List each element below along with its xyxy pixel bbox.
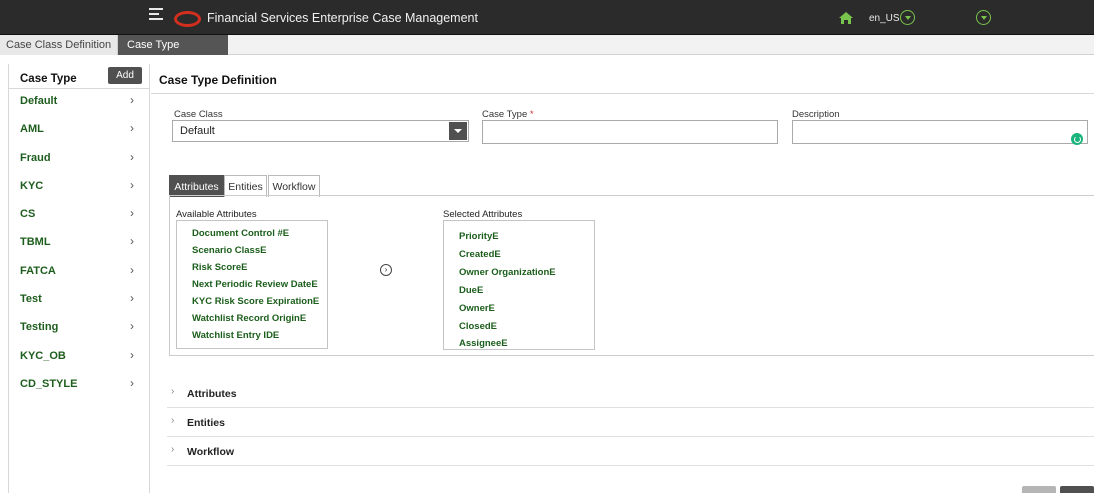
sidebar-item-kyc-ob[interactable]: KYC_OB ›	[9, 344, 149, 372]
accordion-label: Workflow	[187, 446, 235, 458]
chevron-right-icon: ›	[130, 347, 134, 362]
accordion-label: Attributes	[187, 388, 237, 400]
tab-case-class-definition[interactable]: Case Class Definition	[0, 35, 118, 55]
description-field[interactable]	[792, 120, 1088, 145]
app-title: Financial Services Enterprise Case Manag…	[207, 11, 478, 25]
chevron-right-icon: ›	[130, 234, 134, 249]
oracle-logo-icon	[174, 11, 201, 27]
list-item[interactable]: KYC Risk Score ExpirationE	[192, 296, 342, 307]
move-right-icon[interactable]: ›	[380, 264, 392, 276]
sidebar-item-fraud[interactable]: Fraud ›	[9, 146, 149, 174]
sidebar-item-label: FATCA	[20, 264, 56, 277]
sidebar-header: Case Type Add	[9, 64, 149, 89]
chevron-right-icon: ›	[130, 375, 134, 390]
sidebar-item-tbml[interactable]: TBML ›	[9, 230, 149, 258]
list-item[interactable]: Next Periodic Review DateE	[192, 279, 342, 290]
case-class-value: Default	[180, 125, 215, 137]
description-label: Description	[792, 109, 840, 120]
sidebar-item-label: Testing	[20, 321, 59, 334]
case-class-select[interactable]: Default	[172, 120, 469, 142]
list-item[interactable]: Scenario ClassE	[192, 245, 342, 256]
list-item[interactable]: Watchlist Entry IDE	[192, 330, 342, 341]
refresh-icon[interactable]	[1071, 133, 1083, 145]
sidebar-item-cs[interactable]: CS ›	[9, 202, 149, 230]
sidebar-item-label: AML	[20, 123, 44, 136]
chevron-right-icon: ›	[130, 121, 134, 136]
add-case-type-button[interactable]: Add	[108, 67, 142, 84]
sidebar-item-test[interactable]: Test ›	[9, 287, 149, 315]
selected-attributes-list[interactable]: PriorityE CreatedE Owner OrganizationE D…	[443, 220, 595, 350]
chevron-right-icon: ›	[130, 291, 134, 306]
hamburger-menu-icon[interactable]	[149, 8, 163, 20]
locale-label[interactable]: en_US	[869, 13, 900, 24]
sidebar-item-label: TBML	[20, 236, 51, 249]
tab-entities[interactable]: Entities	[224, 175, 267, 197]
page-title: Case Type Definition	[159, 73, 277, 87]
tab-workflow[interactable]: Workflow	[268, 175, 320, 197]
locale-dropdown-icon[interactable]	[900, 10, 915, 25]
main-tab-bar: Case Class Definition Case Type Definiti…	[0, 35, 1094, 71]
divider	[151, 93, 1094, 94]
sidebar-item-testing[interactable]: Testing ›	[9, 315, 149, 343]
sidebar-item-label: Default	[20, 95, 58, 107]
list-item[interactable]: Owner OrganizationE	[459, 267, 609, 278]
sidebar-item-label: KYC_OB	[20, 349, 66, 362]
user-menu-dropdown-icon[interactable]	[976, 10, 991, 25]
accordion-entities[interactable]: › Entities	[167, 408, 1094, 437]
chevron-right-icon: ›	[130, 319, 134, 334]
action-button-secondary[interactable]	[1022, 486, 1056, 493]
case-type-input[interactable]	[482, 120, 778, 144]
sidebar-item-label: CS	[20, 208, 36, 221]
case-class-label: Case Class	[174, 109, 223, 120]
list-item[interactable]: Watchlist Record OriginE	[192, 313, 342, 324]
app-header: Financial Services Enterprise Case Manag…	[0, 0, 1094, 35]
list-item[interactable]: Risk ScoreE	[192, 262, 342, 273]
accordion-attributes[interactable]: › Attributes	[167, 379, 1094, 408]
sidebar-item-label: CD_STYLE	[20, 377, 78, 390]
sidebar-item-kyc[interactable]: KYC ›	[9, 174, 149, 202]
list-item[interactable]: PriorityE	[459, 231, 609, 242]
list-item[interactable]: CreatedE	[459, 249, 609, 260]
sidebar-item-label: Test	[20, 293, 42, 306]
chevron-right-icon: ›	[130, 262, 134, 277]
tab-attributes[interactable]: Attributes	[169, 175, 224, 197]
sidebar-item-label: Fraud	[20, 151, 51, 164]
accordion-workflow[interactable]: › Workflow	[167, 437, 1094, 466]
list-item[interactable]: OwnerE	[459, 303, 609, 314]
list-item[interactable]: DueE	[459, 285, 609, 296]
sidebar-item-cd-style[interactable]: CD_STYLE ›	[9, 372, 149, 400]
accordion-label: Entities	[187, 417, 225, 429]
case-type-label: Case Type *	[482, 109, 534, 120]
chevron-right-icon: ›	[130, 149, 134, 164]
tab-case-type-definition[interactable]: Case Type Definition	[118, 35, 228, 71]
sidebar-item-label: KYC	[20, 179, 44, 192]
sidebar-item-default[interactable]: Default ›	[9, 89, 149, 117]
home-icon[interactable]	[838, 11, 854, 25]
chevron-right-icon: ›	[130, 93, 134, 107]
required-marker: *	[529, 109, 534, 120]
chevron-right-icon: ›	[171, 386, 175, 397]
list-item[interactable]: ClosedE	[459, 321, 609, 332]
sidebar-item-aml[interactable]: AML ›	[9, 117, 149, 145]
chevron-right-icon: ›	[130, 206, 134, 221]
chevron-right-icon: ›	[130, 177, 134, 192]
case-type-sidebar: Case Type Add Default › AML › Fraud › KYC › …	[8, 64, 150, 493]
list-item[interactable]: Document Control #E	[192, 228, 342, 239]
action-button-primary[interactable]	[1060, 486, 1094, 493]
sidebar-title: Case Type	[20, 73, 77, 85]
chevron-right-icon: ›	[171, 415, 175, 426]
list-item[interactable]: AssigneeE	[459, 338, 609, 349]
available-attributes-list[interactable]: Document Control #E Scenario ClassE Risk…	[176, 220, 328, 349]
available-attributes-label: Available Attributes	[176, 209, 257, 220]
selected-attributes-label: Selected Attributes	[443, 209, 523, 220]
chevron-right-icon: ›	[171, 444, 175, 455]
sidebar-item-fatca[interactable]: FATCA ›	[9, 259, 149, 287]
case-type-definition-panel: Case Type Definition Case Class Default …	[151, 64, 1094, 493]
chevron-down-icon[interactable]	[449, 122, 467, 140]
